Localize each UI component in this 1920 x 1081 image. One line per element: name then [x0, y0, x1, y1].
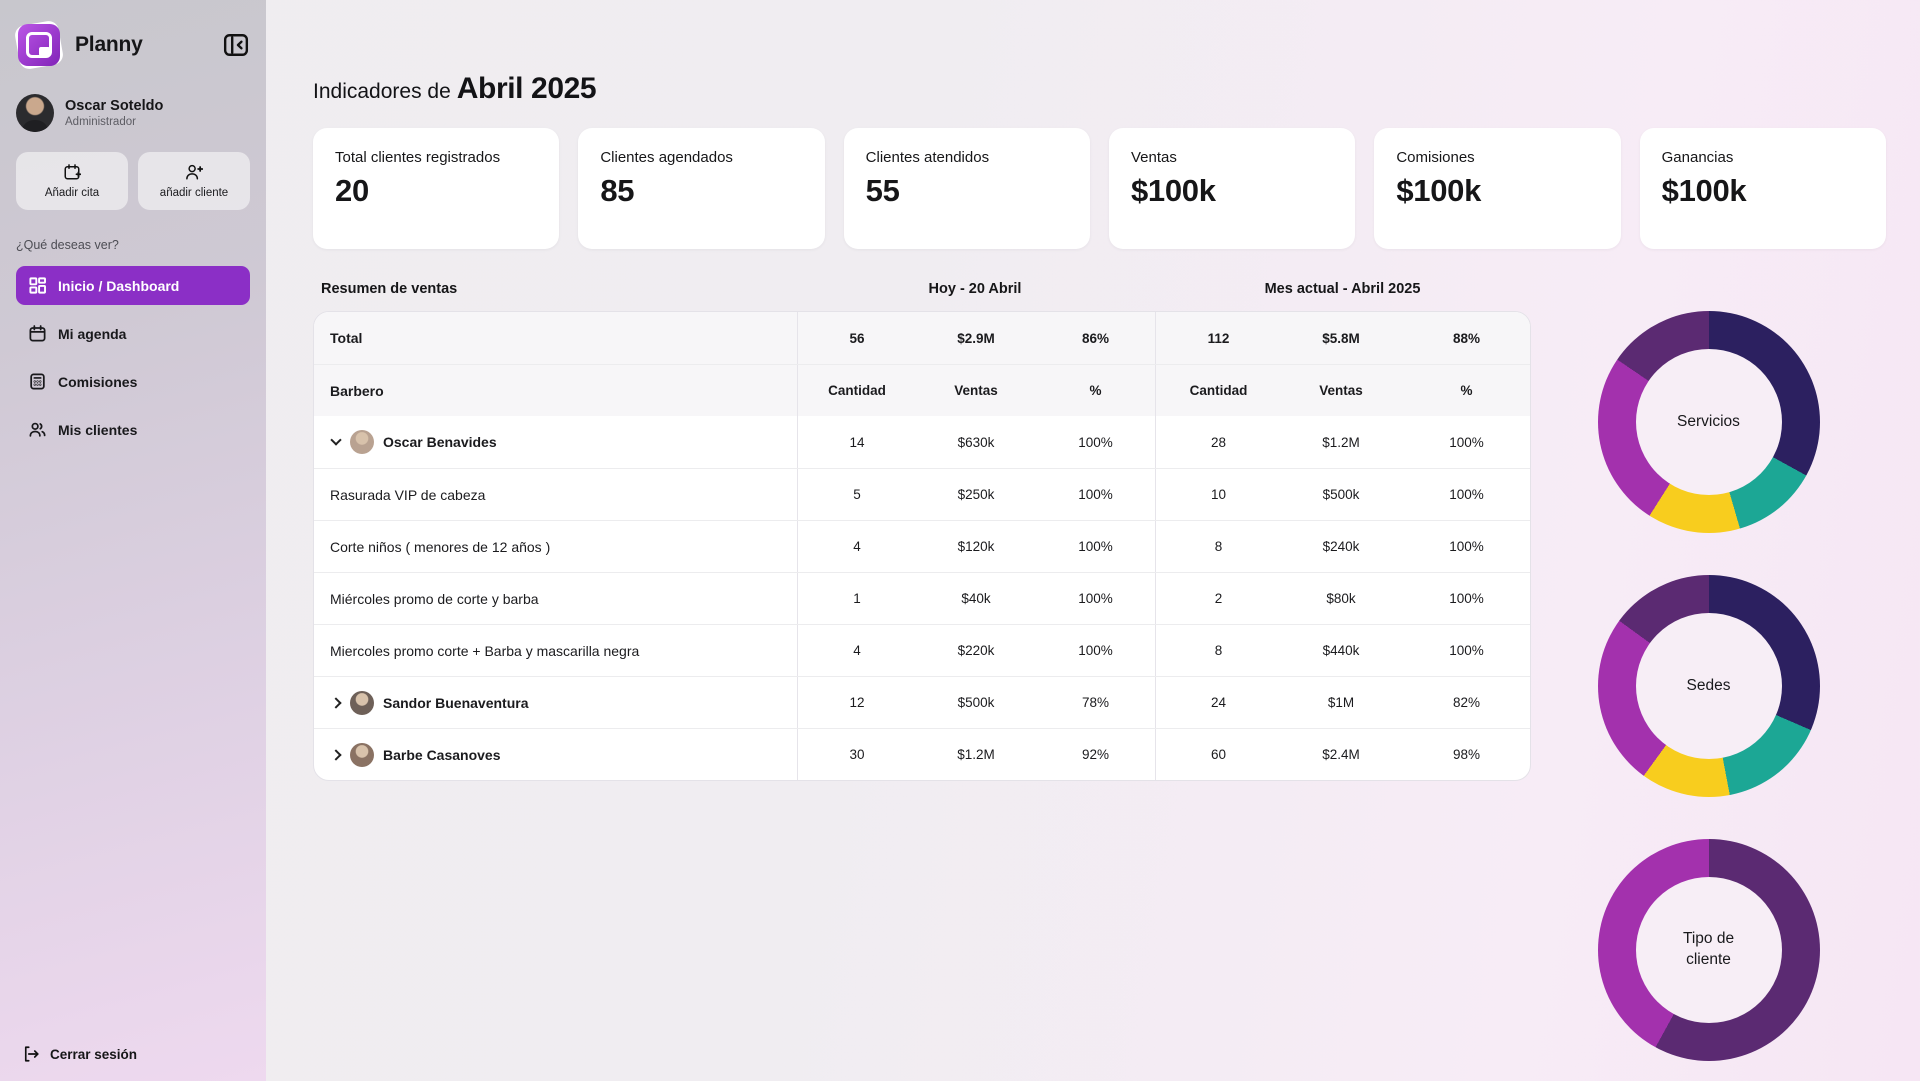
donut-chart-label: Tipo de cliente — [1660, 929, 1758, 971]
group-label-today: Hoy - 20 Abril — [796, 281, 1154, 297]
sales-summary-header: Resumen de ventas Hoy - 20 Abril Mes act… — [313, 275, 1531, 311]
col-cantidad-mes: Cantidad — [1155, 365, 1281, 416]
total-today-cantidad: 56 — [797, 312, 916, 364]
service-row: Rasurada VIP de cabeza 5 $250k 100% 10 $… — [314, 468, 1530, 520]
stat-cards-row: Total clientes registrados 20 Clientes a… — [313, 128, 1886, 249]
sidebar-item-agenda[interactable]: Mi agenda — [16, 314, 250, 353]
service-row: Miercoles promo corte + Barba y mascaril… — [314, 624, 1530, 676]
stat-card: Clientes atendidos 55 — [844, 128, 1090, 249]
sidebar-nav: Inicio / Dashboard Mi agenda Comisiones … — [16, 266, 250, 449]
barber-row[interactable]: Oscar Benavides 14 $630k 100% 28 $1.2M 1… — [314, 416, 1530, 468]
total-today-ventas: $2.9M — [916, 312, 1036, 364]
stat-card-label: Ventas — [1131, 149, 1333, 166]
stat-card-value: 85 — [600, 173, 802, 209]
col-pct-hoy: % — [1036, 365, 1155, 416]
donut-chart-servicios: Servicios — [1598, 311, 1820, 533]
sidebar-item-label: Comisiones — [58, 374, 137, 390]
donut-chart-label: Sedes — [1687, 676, 1731, 697]
stat-card-label: Clientes agendados — [600, 149, 802, 166]
stat-card: Ganancias $100k — [1640, 128, 1886, 249]
stat-card-label: Total clientes registrados — [335, 149, 537, 166]
barber-row[interactable]: Barbe Casanoves 30 $1.2M 92% 60 $2.4M 98… — [314, 728, 1530, 780]
chevron-right-icon — [330, 697, 341, 708]
total-label: Total — [314, 312, 797, 364]
stat-card: Total clientes registrados 20 — [313, 128, 559, 249]
barber-avatar — [350, 743, 374, 767]
total-month-ventas: $5.8M — [1281, 312, 1401, 364]
col-ventas-mes: Ventas — [1281, 365, 1401, 416]
calculator-icon — [28, 372, 47, 391]
barber-row[interactable]: Sandor Buenaventura 12 $500k 78% 24 $1M … — [314, 676, 1530, 728]
main-content: Indicadores de Abril 2025 Total clientes … — [266, 0, 1920, 1081]
chevron-right-icon — [330, 749, 341, 760]
service-row: Miércoles promo de corte y barba 1 $40k … — [314, 572, 1530, 624]
barber-avatar — [350, 430, 374, 454]
sidebar-section-label: ¿Qué deseas ver? — [16, 238, 250, 252]
user-plus-icon — [185, 163, 203, 181]
stat-card-value: $100k — [1131, 173, 1333, 209]
sidebar: Planny Oscar Soteldo Administrador Añadi… — [0, 0, 266, 1081]
add-appointment-label: Añadir cita — [45, 187, 99, 199]
stat-card-value: 55 — [866, 173, 1068, 209]
collapse-sidebar-button[interactable] — [222, 31, 250, 59]
sidebar-item-label: Inicio / Dashboard — [58, 278, 179, 294]
collapse-sidebar-icon — [223, 32, 249, 58]
donut-charts-column: Servicios Sedes Tipo de cliente — [1531, 275, 1886, 1061]
stat-card: Ventas $100k — [1109, 128, 1355, 249]
sales-summary-section: Resumen de ventas Hoy - 20 Abril Mes act… — [313, 275, 1531, 781]
add-appointment-button[interactable]: Añadir cita — [16, 152, 128, 210]
user-role: Administrador — [65, 116, 163, 128]
page-title: Indicadores de Abril 2025 — [313, 72, 1886, 106]
stat-card-value: 20 — [335, 173, 537, 209]
stat-card-value: $100k — [1396, 173, 1598, 209]
planny-logo-icon — [16, 22, 62, 68]
donut-chart-sedes: Sedes — [1598, 575, 1820, 797]
col-cantidad-hoy: Cantidad — [797, 365, 916, 416]
col-barbero: Barbero — [314, 365, 797, 416]
chevron-down-icon — [330, 434, 341, 445]
total-today-pct: 86% — [1036, 312, 1155, 364]
sales-summary-title: Resumen de ventas — [313, 281, 796, 297]
total-month-pct: 88% — [1401, 312, 1531, 364]
sales-summary-table: Total 56 $2.9M 86% 112 $5.8M 88% Barbero… — [313, 311, 1531, 781]
column-header-row: Barbero Cantidad Ventas % Cantidad Venta… — [314, 364, 1530, 416]
user-avatar — [16, 94, 54, 132]
total-month-cantidad: 112 — [1155, 312, 1281, 364]
col-ventas-hoy: Ventas — [916, 365, 1036, 416]
sidebar-item-label: Mi agenda — [58, 326, 126, 342]
donut-chart-tipo-de-cliente: Tipo de cliente — [1598, 839, 1820, 1061]
total-row: Total 56 $2.9M 86% 112 $5.8M 88% — [314, 312, 1530, 364]
page-title-period: Abril 2025 — [457, 72, 596, 105]
add-client-label: añadir cliente — [160, 187, 228, 199]
logout-icon — [22, 1045, 40, 1063]
sidebar-header: Planny — [16, 22, 250, 68]
app-title: Planny — [75, 33, 143, 57]
stat-card-label: Clientes atendidos — [866, 149, 1068, 166]
group-label-month: Mes actual - Abril 2025 — [1154, 281, 1531, 297]
stat-card-value: $100k — [1662, 173, 1864, 209]
users-icon — [28, 420, 47, 439]
user-name: Oscar Soteldo — [65, 98, 163, 114]
logout-label: Cerrar sesión — [50, 1047, 137, 1062]
stat-card-label: Ganancias — [1662, 149, 1864, 166]
service-row: Corte niños ( menores de 12 años ) 4 $12… — [314, 520, 1530, 572]
col-pct-mes: % — [1401, 365, 1531, 416]
stat-card-label: Comisiones — [1396, 149, 1598, 166]
calendar-icon — [28, 324, 47, 343]
sidebar-item-dashboard[interactable]: Inicio / Dashboard — [16, 266, 250, 305]
sidebar-item-clientes[interactable]: Mis clientes — [16, 410, 250, 449]
page-title-prefix: Indicadores de — [313, 80, 451, 103]
add-client-button[interactable]: añadir cliente — [138, 152, 250, 210]
sidebar-item-comisiones[interactable]: Comisiones — [16, 362, 250, 401]
barber-avatar — [350, 691, 374, 715]
user-profile: Oscar Soteldo Administrador — [16, 94, 250, 132]
logout-button[interactable]: Cerrar sesión — [22, 1045, 137, 1063]
stat-card: Comisiones $100k — [1374, 128, 1620, 249]
calendar-plus-icon — [63, 163, 81, 181]
stat-card: Clientes agendados 85 — [578, 128, 824, 249]
sidebar-item-label: Mis clientes — [58, 422, 137, 438]
dashboard-grid-icon — [28, 276, 47, 295]
donut-chart-label: Servicios — [1677, 412, 1740, 433]
